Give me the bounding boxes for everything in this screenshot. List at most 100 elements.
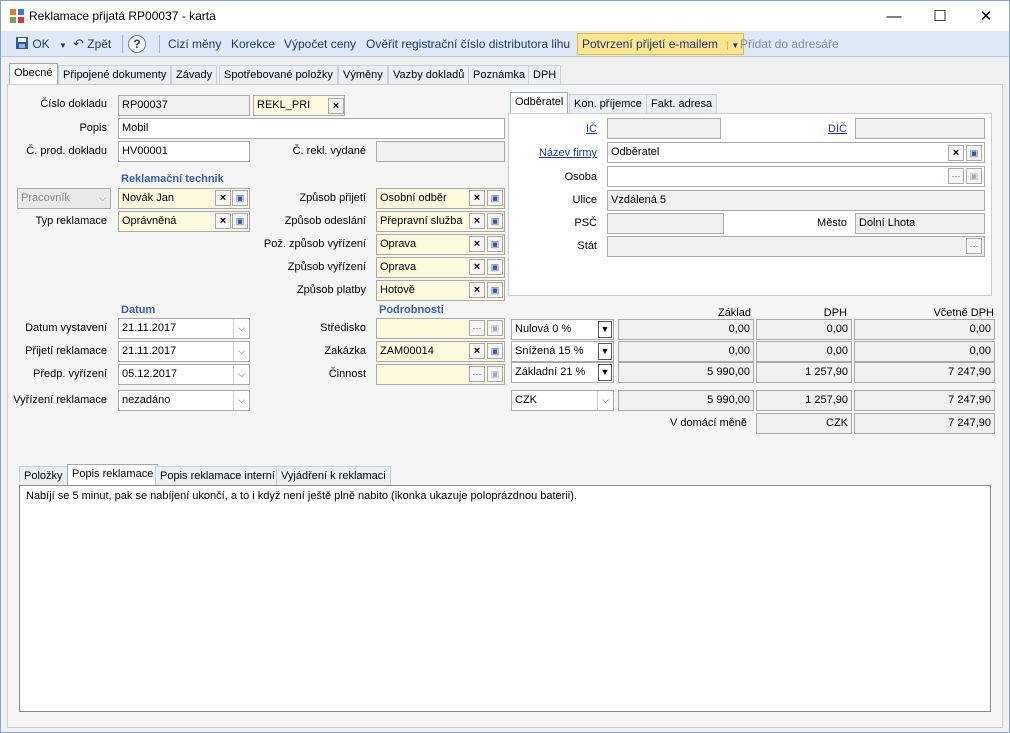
city-field[interactable]: Dolní Lhota (855, 213, 985, 234)
resolution-select[interactable]: nezadáno ⌵ (118, 390, 250, 411)
send-field[interactable]: Přepravní služba (376, 211, 505, 232)
clear-send-icon[interactable]: × (469, 213, 485, 229)
complaint-description-textarea[interactable]: Nabíjí se 5 minut, pak se nabíjení ukonč… (19, 485, 991, 712)
tab-customer[interactable]: Odběratel (510, 92, 569, 114)
person-field[interactable] (607, 166, 985, 187)
sale-doc-field[interactable]: HV00001 (118, 141, 250, 162)
tab-complaint-statement[interactable]: Vyjádření k reklamaci (276, 466, 391, 486)
expected-date-field[interactable]: 05.12.2017 ⌵ (118, 364, 250, 385)
center-browse-icon[interactable]: ··· (469, 320, 485, 336)
chevron-down-icon[interactable]: ⌵ (233, 365, 249, 384)
currency-select[interactable]: CZK ⌵ (511, 390, 614, 411)
activity-browse-icon[interactable]: ··· (469, 366, 485, 382)
zip-field[interactable] (607, 213, 724, 234)
tab-vat[interactable]: DPH (528, 65, 562, 85)
tab-complaint-description[interactable]: Popis reklamace (67, 464, 159, 486)
tab-consumed-items[interactable]: Spotřebované položky (219, 65, 338, 85)
req-settle-card-icon[interactable]: ▣ (487, 236, 503, 252)
clear-doc-type-icon[interactable]: × (328, 98, 344, 114)
receive-date-field[interactable]: 21.11.2017 ⌵ (118, 341, 250, 362)
receipt-card-icon[interactable]: ▣ (487, 190, 503, 206)
settle-card-icon[interactable]: ▣ (487, 259, 503, 275)
payment-field[interactable]: Hotově (376, 280, 505, 301)
dic-link[interactable]: DIČ (761, 123, 847, 135)
tab-consignee[interactable]: Kon. příjemce (569, 94, 647, 114)
worker-select[interactable]: Pracovník ⌵ (17, 188, 111, 209)
order-card-icon[interactable]: ▣ (487, 343, 503, 359)
tab-items[interactable]: Položky (19, 466, 68, 486)
email-dropdown-icon[interactable]: ▼ (727, 41, 740, 50)
chevron-down-icon[interactable]: ⌵ (233, 319, 249, 338)
person-browse-icon[interactable]: ··· (948, 168, 964, 184)
close-button[interactable]: ✕ (963, 1, 1009, 31)
clear-receipt-icon[interactable]: × (469, 190, 485, 206)
email-confirm-button[interactable]: Potvrzení přijetí e-mailem ▼ (577, 33, 745, 55)
clear-type-icon[interactable]: × (215, 213, 231, 229)
back-button[interactable]: ↶ Zpět (73, 34, 111, 54)
foreign-currency-button[interactable]: Cizí měny (168, 34, 221, 54)
send-card-icon[interactable]: ▣ (487, 213, 503, 229)
center-field[interactable] (376, 318, 505, 339)
clear-payment-icon[interactable]: × (469, 282, 485, 298)
maximize-button[interactable]: ☐ (917, 1, 963, 31)
vat-rate-select-2[interactable]: Základní 21 % ▼ (511, 362, 614, 383)
tab-defects[interactable]: Závady (171, 65, 218, 85)
company-card-icon[interactable]: ▣ (966, 145, 982, 161)
vat-rate-select-0[interactable]: Nulová 0 % ▼ (511, 319, 614, 340)
help-button[interactable]: ? (128, 35, 146, 53)
country-label: Stát (577, 240, 597, 252)
tab-note[interactable]: Poznámka (468, 65, 530, 85)
clear-worker-icon[interactable]: × (215, 190, 231, 206)
tab-general[interactable]: Obecné (9, 63, 58, 85)
ic-field[interactable] (607, 118, 721, 139)
issued-field[interactable] (376, 141, 505, 162)
type-card-icon[interactable]: ▣ (232, 213, 248, 229)
worker-card-icon[interactable]: ▣ (232, 190, 248, 206)
minimize-button[interactable]: — (871, 1, 917, 31)
domestic-label: V domácí měně (669, 417, 747, 429)
tab-attached-docs[interactable]: Připojené dokumenty (58, 65, 172, 85)
chevron-down-icon[interactable]: ⌵ (597, 391, 613, 410)
doc-number-field[interactable]: RP00037 (118, 95, 250, 116)
clear-req-settle-icon[interactable]: × (469, 236, 485, 252)
clear-order-icon[interactable]: × (469, 343, 485, 359)
tab-internal-description[interactable]: Popis reklamace interní (155, 466, 280, 486)
chevron-down-icon[interactable]: ▼ (598, 321, 612, 338)
center-card-icon[interactable]: ▣ (487, 320, 503, 336)
calc-prices-button[interactable]: Výpočet ceny (284, 34, 356, 54)
tab-invoice-address[interactable]: Fakt. adresa (646, 94, 718, 114)
settle-field[interactable]: Oprava (376, 257, 505, 278)
add-address-button[interactable]: Přidat do adresáře (740, 34, 839, 54)
issue-date-field[interactable]: 21.11.2017 ⌵ (118, 318, 250, 339)
tab-doc-links[interactable]: Vazby dokladů (388, 65, 470, 85)
type-value: Oprávněná (122, 215, 177, 227)
vat-base-1: 0,00 (618, 341, 754, 362)
req-settle-field[interactable]: Oprava (376, 234, 505, 255)
chevron-down-icon[interactable]: ▼ (598, 364, 612, 381)
clear-company-icon[interactable]: × (948, 145, 964, 161)
country-browse-icon[interactable]: ··· (966, 238, 982, 254)
ok-dropdown-icon[interactable]: ▼ (59, 41, 67, 50)
activity-card-icon[interactable]: ▣ (487, 366, 503, 382)
payment-card-icon[interactable]: ▣ (487, 282, 503, 298)
order-field[interactable]: ZAM00014 (376, 341, 505, 362)
activity-field[interactable] (376, 364, 505, 385)
company-link[interactable]: Název firmy (511, 147, 597, 159)
clear-settle-icon[interactable]: × (469, 259, 485, 275)
correction-button[interactable]: Korekce (231, 34, 275, 54)
country-field[interactable] (607, 236, 985, 257)
company-field[interactable]: Odběratel (607, 142, 985, 163)
receipt-field[interactable]: Osobní odběr (376, 188, 505, 209)
ok-button[interactable]: OK ▼ (15, 34, 67, 54)
ic-link[interactable]: IČ (511, 123, 597, 135)
vat-rate-select-1[interactable]: Snížená 15 % ▼ (511, 341, 614, 362)
person-card-icon[interactable]: ▣ (966, 168, 982, 184)
chevron-down-icon[interactable]: ⌵ (233, 391, 249, 410)
chevron-down-icon[interactable]: ⌵ (233, 342, 249, 361)
chevron-down-icon[interactable]: ▼ (598, 343, 612, 360)
tab-exchanges[interactable]: Výměny (338, 65, 388, 85)
dic-field[interactable] (855, 118, 985, 139)
description-field[interactable]: Mobil (118, 118, 505, 139)
street-field[interactable]: Vzdálená 5 (607, 190, 985, 211)
verify-reg-button[interactable]: Ověřit registrační číslo distributora li… (366, 34, 570, 54)
